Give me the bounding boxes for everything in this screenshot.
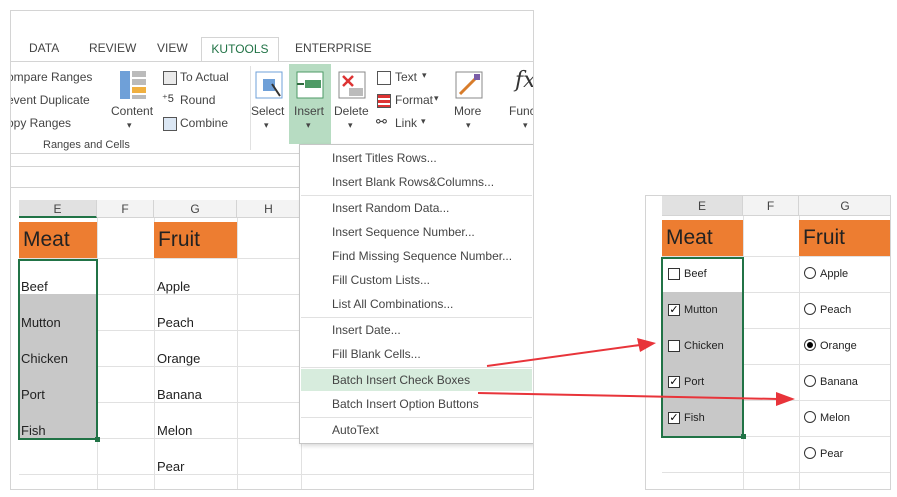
arrow-line <box>486 344 641 367</box>
arrow-head-icon <box>637 338 656 352</box>
arrow-head-icon <box>776 392 795 406</box>
annotation-arrows <box>477 338 795 406</box>
arrow-line <box>477 392 779 400</box>
